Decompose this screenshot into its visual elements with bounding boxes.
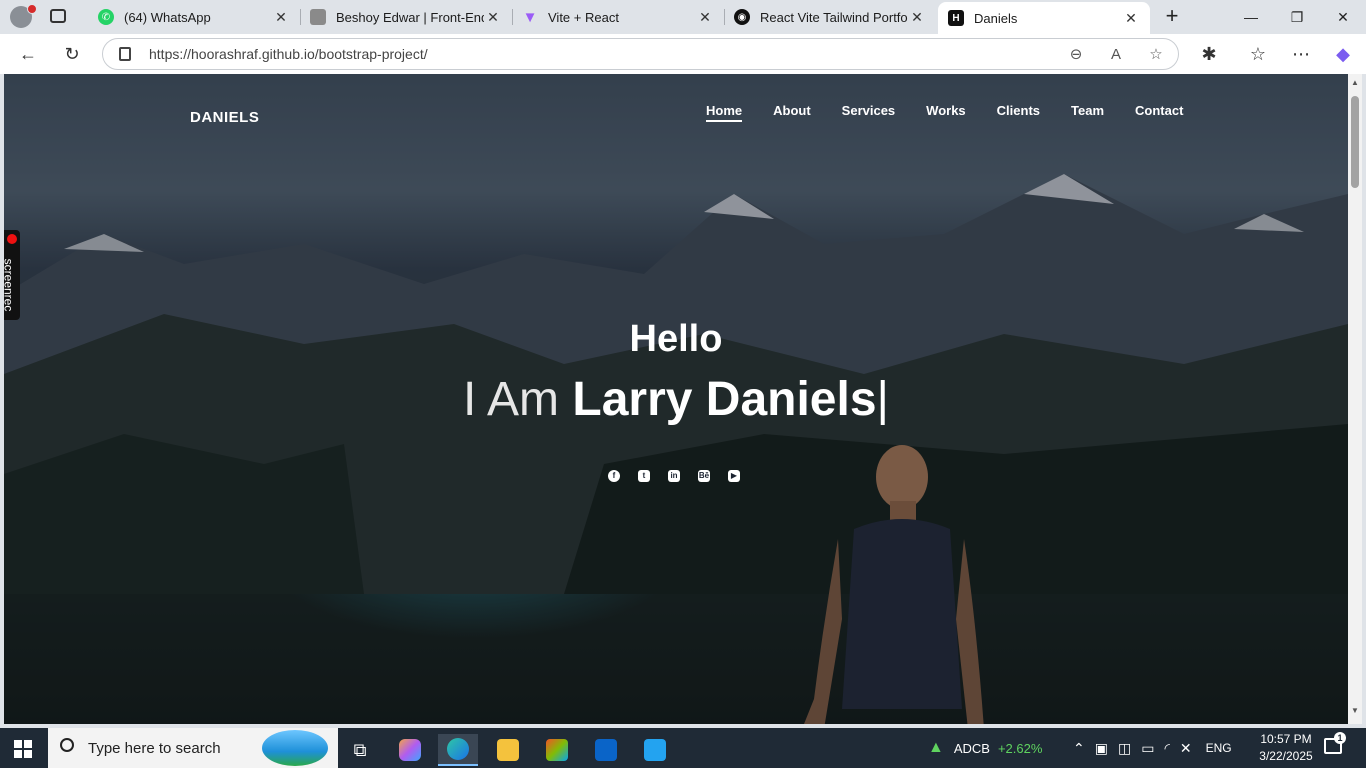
more-icon[interactable]: ⋯ bbox=[1290, 43, 1312, 65]
nav-link-services[interactable]: Services bbox=[842, 103, 896, 122]
screenrec-label: screenrec bbox=[4, 258, 16, 312]
nav-link-contact[interactable]: Contact bbox=[1135, 103, 1183, 122]
notification-count: 1 bbox=[1334, 732, 1346, 744]
whatsapp-icon: ✆ bbox=[98, 9, 114, 25]
microsoft-store-icon[interactable] bbox=[537, 734, 577, 766]
volume-muted-icon[interactable]: ✕ bbox=[1180, 740, 1192, 757]
typing-caret: | bbox=[876, 373, 889, 426]
tab-beshoy[interactable]: Beshoy Edwar | Front-End W ✕ bbox=[300, 2, 512, 32]
copilot-app-icon[interactable] bbox=[390, 734, 430, 766]
stock-change: +2.62% bbox=[997, 740, 1043, 756]
favorites-icon[interactable]: ☆ bbox=[1247, 43, 1269, 65]
url-text[interactable]: https://hoorashraf.github.io/bootstrap-p… bbox=[149, 46, 428, 62]
close-tab-icon[interactable]: ✕ bbox=[696, 9, 714, 26]
scroll-down-icon[interactable]: ▼ bbox=[1350, 706, 1360, 715]
read-aloud-icon[interactable]: A bbox=[1106, 45, 1126, 65]
scroll-thumb[interactable] bbox=[1351, 96, 1359, 188]
h-icon: H bbox=[948, 10, 964, 26]
site-info-icon[interactable] bbox=[119, 47, 131, 61]
tab-daniels[interactable]: H Daniels ✕ bbox=[938, 2, 1150, 34]
close-tab-icon[interactable]: ✕ bbox=[1122, 10, 1140, 27]
tab-title: (64) WhatsApp bbox=[124, 9, 211, 25]
clock-date: 3/22/2025 bbox=[1259, 749, 1313, 763]
close-tab-icon[interactable]: ✕ bbox=[908, 9, 926, 26]
tray-icons: ⌃ ▣ ◫ ▭ ◜ ✕ ENG bbox=[1073, 728, 1232, 768]
tab-title: React Vite Tailwind Portfolio bbox=[760, 9, 908, 25]
tab-portfolio[interactable]: ◉ React Vite Tailwind Portfolio ✕ bbox=[724, 2, 936, 32]
avatar-icon bbox=[310, 9, 326, 25]
minimize-button[interactable]: — bbox=[1228, 4, 1274, 30]
linkedin-icon[interactable]: in bbox=[668, 470, 680, 482]
nav-link-team[interactable]: Team bbox=[1071, 103, 1104, 122]
address-bar[interactable]: https://hoorashraf.github.io/bootstrap-p… bbox=[102, 38, 1179, 70]
battery-icon[interactable]: ▭ bbox=[1141, 740, 1154, 757]
notifications-icon[interactable]: 1 bbox=[1324, 732, 1346, 754]
nav-link-works[interactable]: Works bbox=[926, 103, 966, 122]
meet-now-icon[interactable]: ▣ bbox=[1095, 740, 1108, 757]
record-icon bbox=[7, 234, 17, 244]
start-button[interactable] bbox=[14, 740, 32, 758]
stock-widget[interactable]: ▲ ADCB +2.62% bbox=[928, 728, 1042, 768]
tab-vite[interactable]: ▼ Vite + React ✕ bbox=[512, 2, 724, 32]
hero-greeting: Hello bbox=[629, 318, 723, 360]
back-icon[interactable]: ← bbox=[17, 43, 39, 65]
outlook-icon[interactable] bbox=[586, 734, 626, 766]
vscode-icon[interactable] bbox=[635, 734, 675, 766]
tab-title: Daniels bbox=[974, 10, 1018, 26]
screenrec-widget[interactable]: screenrec bbox=[4, 230, 20, 320]
restore-button[interactable]: ❐ bbox=[1274, 4, 1320, 30]
vite-icon: ▼ bbox=[522, 8, 538, 26]
nav-link-about[interactable]: About bbox=[773, 103, 811, 122]
social-links: f t in Bē ▶ bbox=[608, 470, 740, 482]
scroll-up-icon[interactable]: ▲ bbox=[1350, 78, 1360, 87]
nav-link-clients[interactable]: Clients bbox=[997, 103, 1040, 122]
profile-avatar-icon[interactable] bbox=[10, 4, 37, 28]
search-icon bbox=[60, 738, 74, 752]
browser-tabstrip: ✆ (64) WhatsApp ✕ Beshoy Edwar | Front-E… bbox=[0, 0, 1366, 34]
browser-toolbar: ← ↻ https://hoorashraf.github.io/bootstr… bbox=[0, 34, 1366, 74]
clock-time: 10:57 PM bbox=[1260, 732, 1312, 746]
site-logo[interactable]: DANIELS bbox=[190, 109, 259, 126]
taskbar-search[interactable]: Type here to search bbox=[48, 728, 338, 768]
hero-headline: I Am Larry Daniels| bbox=[4, 372, 1348, 427]
zoom-out-icon[interactable]: ⊖ bbox=[1066, 45, 1086, 65]
chevron-up-icon[interactable]: ⌃ bbox=[1073, 740, 1085, 757]
stock-ticker: ADCB bbox=[953, 740, 990, 756]
behance-icon[interactable]: Bē bbox=[698, 470, 710, 482]
stock-chart-icon: ▲ bbox=[928, 739, 944, 756]
language-indicator[interactable]: ENG bbox=[1206, 741, 1232, 755]
search-placeholder: Type here to search bbox=[88, 740, 221, 757]
youtube-icon[interactable]: ▶ bbox=[728, 470, 740, 482]
edge-icon[interactable] bbox=[438, 734, 478, 766]
search-highlight-image bbox=[262, 730, 328, 766]
new-tab-button[interactable]: + bbox=[1160, 5, 1184, 29]
site-nav: Home About Services Works Clients Team C… bbox=[706, 103, 1214, 122]
close-window-button[interactable]: ✕ bbox=[1320, 4, 1366, 30]
page-scrollbar[interactable]: ▲ ▼ bbox=[1348, 74, 1362, 724]
github-icon: ◉ bbox=[734, 9, 750, 25]
close-tab-icon[interactable]: ✕ bbox=[484, 9, 502, 26]
twitter-icon[interactable]: t bbox=[638, 470, 650, 482]
tab-actions-icon[interactable] bbox=[50, 9, 66, 23]
taskbar-clock[interactable]: 10:57 PM 3/22/2025 bbox=[1254, 731, 1318, 765]
tab-title: Beshoy Edwar | Front-End W bbox=[336, 9, 484, 25]
copilot-icon[interactable]: ◆ bbox=[1332, 43, 1354, 65]
security-icon[interactable]: ◫ bbox=[1118, 740, 1131, 757]
task-view-icon[interactable]: ⧉ bbox=[340, 734, 380, 766]
close-tab-icon[interactable]: ✕ bbox=[272, 9, 290, 26]
hero-name: Larry Daniels bbox=[572, 373, 877, 426]
wifi-icon[interactable]: ◜ bbox=[1164, 740, 1169, 757]
favorite-star-icon[interactable]: ☆ bbox=[1146, 45, 1166, 65]
facebook-icon[interactable]: f bbox=[608, 470, 620, 482]
refresh-icon[interactable]: ↻ bbox=[61, 43, 83, 65]
tab-title: Vite + React bbox=[548, 9, 619, 25]
nav-link-home[interactable]: Home bbox=[706, 103, 743, 122]
tab-whatsapp[interactable]: ✆ (64) WhatsApp ✕ bbox=[88, 2, 300, 32]
extensions-icon[interactable]: ✱ bbox=[1198, 43, 1220, 65]
file-explorer-icon[interactable] bbox=[488, 734, 528, 766]
hero-person-image bbox=[804, 445, 984, 724]
page-viewport: screenrec DANIELS Home About Services Wo… bbox=[4, 74, 1348, 724]
hero-prefix: I Am bbox=[463, 373, 560, 426]
windows-taskbar: Type here to search ⧉ ▲ ADCB +2.62% ⌃ ▣ … bbox=[0, 728, 1366, 768]
